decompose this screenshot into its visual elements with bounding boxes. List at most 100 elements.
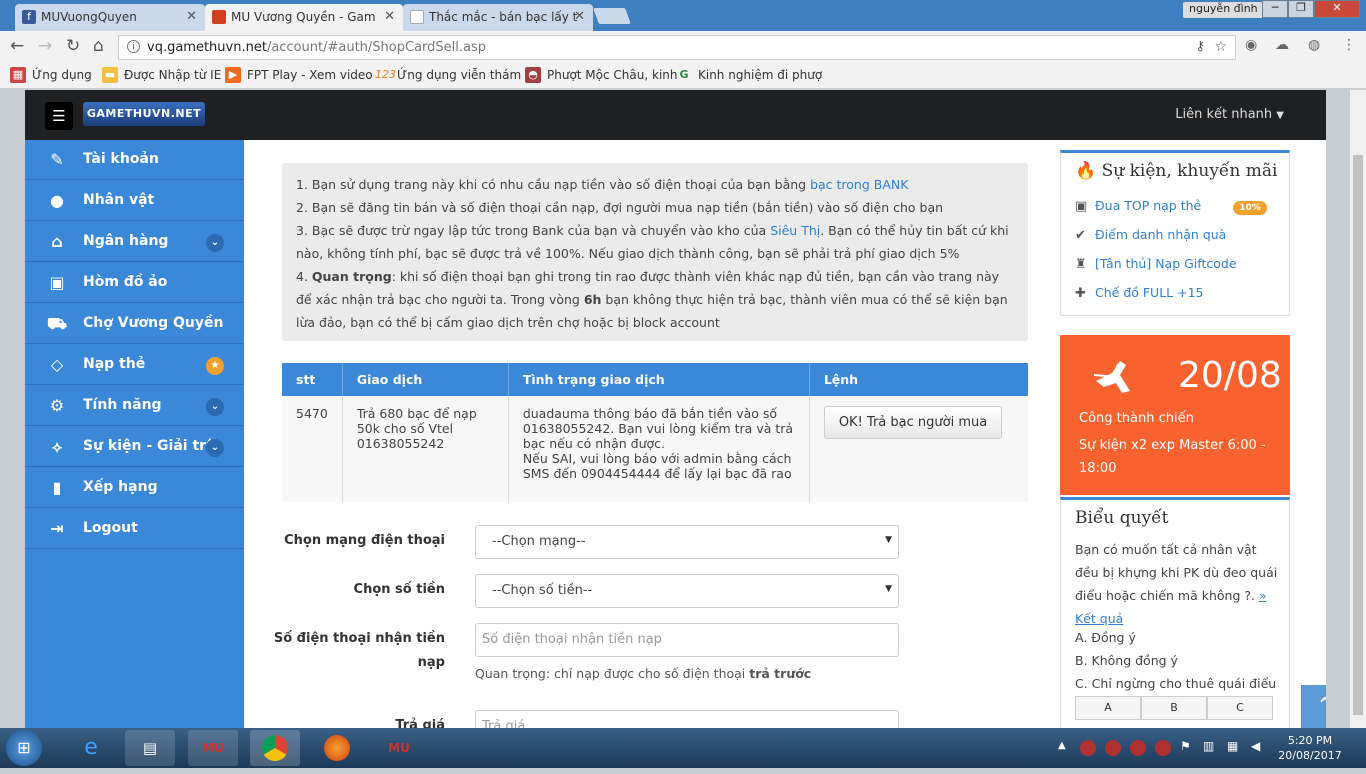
event-diem-danh[interactable]: ✔ Điểm danh nhận quà	[1075, 227, 1226, 243]
mu-game-icon[interactable]: MU	[188, 730, 238, 766]
mu-launcher-icon[interactable]: MU	[374, 730, 424, 766]
price-label: Trả giá	[395, 718, 445, 728]
event-dua-top[interactable]: ▣ Đua TOP nạp thẻ 10%	[1075, 198, 1267, 215]
plug-icon: ✚	[1075, 286, 1086, 301]
sidebar-item-nhan-vat[interactable]: ● Nhân vật	[25, 181, 244, 221]
start-button[interactable]: ⊞	[6, 730, 42, 766]
sidebar-item-nap-the[interactable]: ◇ Nạp thẻ ★	[25, 345, 244, 385]
sidebar-item-tinh-nang[interactable]: ⚙ Tính năng ⌄	[25, 386, 244, 426]
bookmark-ie[interactable]: ▬ Được Nhập từ IE	[102, 67, 221, 83]
chevron-down-icon: ⌄	[206, 234, 224, 252]
event-che-do[interactable]: ✚ Chế đồ FULL +15	[1075, 285, 1204, 301]
logout-icon: ⇥	[50, 519, 64, 538]
site-logo[interactable]: GAMETHUVN.NET	[83, 102, 205, 126]
page-scrollbar[interactable]	[1350, 90, 1366, 728]
forward-icon[interactable]: →	[38, 36, 52, 56]
bookmark-fpt-play[interactable]: ▶ FPT Play - Xem video	[225, 67, 373, 83]
extension-icon[interactable]: ☁	[1275, 37, 1289, 53]
mu-icon	[212, 10, 226, 24]
tab-muvuongquyen[interactable]: f MUVuongQuyen ✕	[15, 4, 205, 31]
star-icon: ★	[206, 357, 224, 375]
bank-icon: ⌂	[51, 232, 63, 251]
scroll-to-top-button[interactable]: ⌃	[1301, 685, 1326, 728]
gift-icon: ♜	[1075, 257, 1087, 272]
sidebar-item-tai-khoan[interactable]: ✎ Tài khoản	[25, 140, 244, 180]
tray-expand-icon[interactable]: ▲	[1058, 740, 1066, 751]
money-icon: ▣	[1075, 199, 1088, 214]
castle-siege-panel: 20/08 Công thành chiến Sự kiện x2 exp Ma…	[1060, 335, 1290, 495]
network-select[interactable]: --Chọn mạng-- ▼	[475, 525, 899, 559]
tab-title: Thắc mắc - bán bạc lấy t	[429, 10, 578, 24]
poll-question: Bạn có muốn tất cả nhân vật đều bị khựng…	[1075, 542, 1278, 626]
close-icon[interactable]: ✕	[574, 9, 585, 24]
sidebar-item-su-kien[interactable]: ⟡ Sự kiện - Giải trí ⌄	[25, 427, 244, 467]
extension-icon[interactable]: ◉	[1245, 37, 1257, 53]
amount-select[interactable]: --Chọn số tiền-- ▼	[475, 574, 899, 608]
firefox-icon[interactable]	[312, 730, 362, 766]
sidebar-item-hom-do-ao[interactable]: ▣ Hòm đồ ảo	[25, 263, 244, 303]
bookmark-phuot[interactable]: ◓ Phượt Mộc Châu, kinh	[525, 67, 677, 83]
quick-link-dropdown[interactable]: Liên kết nhanh ▼	[1175, 107, 1284, 122]
bookmark-ung-dung[interactable]: 123 Ứng dụng viễn thám	[375, 68, 521, 82]
fire-icon: 🔥	[1075, 161, 1097, 181]
volume-icon[interactable]: ◀	[1251, 739, 1260, 753]
event-giftcode[interactable]: ♜ [Tân thủ] Nạp Giftcode	[1075, 256, 1237, 272]
network-icon[interactable]: ▦	[1227, 739, 1238, 753]
caret-down-icon: ▼	[885, 535, 892, 545]
poll-vote-a-button[interactable]: A	[1075, 696, 1141, 720]
table-row: 5470 Trả 680 bạc để nạp 50k cho số Vtel …	[282, 396, 1028, 502]
caret-down-icon: ▼	[1276, 110, 1284, 121]
numbers-icon: 123	[375, 68, 396, 81]
poll-vote-c-button[interactable]: C	[1207, 696, 1273, 720]
phone-input[interactable]: Số điện thoại nhận tiền nạp	[475, 623, 899, 657]
sidebar-item-logout[interactable]: ⇥ Logout	[25, 509, 244, 549]
row-status: duadauma thông báo đã bắn tiền vào số 01…	[508, 396, 810, 502]
sieu-thi-link[interactable]: Siêu Thị	[770, 223, 820, 238]
sidebar-item-xep-hang[interactable]: ▮ Xếp hạng	[25, 468, 244, 508]
explorer-icon[interactable]: ▤	[125, 730, 175, 766]
star-icon[interactable]: ☆	[1214, 39, 1227, 55]
back-icon[interactable]: ←	[10, 36, 24, 56]
new-tab-button[interactable]	[593, 8, 631, 24]
confirm-pay-button[interactable]: OK! Trả bạc người mua	[823, 406, 1003, 439]
address-bar[interactable]: i vq.gamethuvn.net/account/#auth/ShopCar…	[118, 35, 1236, 60]
menu-icon[interactable]: ⋮	[1342, 37, 1356, 53]
close-icon[interactable]: ✕	[384, 9, 395, 24]
profile-button[interactable]: nguyễn đình	[1183, 2, 1264, 18]
tab-thac-mac[interactable]: Thắc mắc - bán bạc lấy t ✕	[403, 4, 593, 31]
sidebar-item-ngan-hang[interactable]: ⌂ Ngân hàng ⌄	[25, 222, 244, 262]
tray-app-icon[interactable]	[1080, 740, 1096, 756]
poll-vote-b-button[interactable]: B	[1141, 696, 1207, 720]
ie-icon[interactable]: e	[66, 730, 116, 766]
close-icon[interactable]: ✕	[186, 9, 197, 24]
bank-link[interactable]: bạc trong BANK	[810, 177, 908, 192]
events-title: 🔥 Sự kiện, khuyến mãi	[1075, 161, 1278, 181]
sidebar-item-cho-vuong-quyen[interactable]: ⛟ Chợ Vương Quyền	[25, 304, 244, 344]
price-input[interactable]: Trả giá	[475, 710, 899, 728]
site-icon: G	[679, 68, 689, 81]
scrollbar-thumb[interactable]	[1353, 155, 1363, 715]
tab-mu-vuong-quyen[interactable]: MU Vương Quyền - Gam ✕	[205, 4, 403, 31]
chrome-icon[interactable]	[250, 730, 300, 766]
bookmark-kinh-nghiem[interactable]: G Kinh nghiệm đi phượ	[676, 68, 822, 82]
home-icon[interactable]: ⌂	[93, 36, 104, 56]
cart-icon: ⛟	[47, 314, 68, 333]
bookmark-apps[interactable]: ▦ Ứng dụng	[10, 67, 92, 83]
close-window-button[interactable]: ✕	[1314, 0, 1360, 18]
tray-app-icon[interactable]	[1130, 740, 1146, 756]
maximize-button[interactable]: ❐	[1288, 0, 1314, 18]
taskbar-clock[interactable]: 5:20 PM 20/08/2017	[1278, 733, 1342, 763]
tray-app-icon[interactable]	[1105, 740, 1121, 756]
minimize-button[interactable]: ─	[1262, 0, 1288, 18]
info-icon[interactable]: i	[127, 40, 140, 53]
extension-icon[interactable]: ◍	[1308, 37, 1320, 53]
reload-icon[interactable]: ↻	[66, 36, 80, 56]
hamburger-menu-icon[interactable]: ☰	[45, 102, 73, 130]
network-icon[interactable]: ▥	[1203, 739, 1214, 753]
tray-app-icon[interactable]	[1155, 740, 1171, 756]
key-icon[interactable]: ⚷	[1195, 39, 1205, 54]
windows-taskbar: ⊞ e ▤ MU MU ▲ ⚑ ▥ ▦ ◀ 5:20 PM 20/08/2017	[0, 728, 1366, 768]
flag-icon[interactable]: ⚑	[1180, 739, 1191, 753]
sidebar: ✎ Tài khoản ● Nhân vật ⌂ Ngân hàng ⌄ ▣ Hòm đồ…	[25, 140, 244, 728]
instruction-2: 2. Bạn sẽ đăng tin bán và số điện thoại …	[296, 200, 944, 215]
